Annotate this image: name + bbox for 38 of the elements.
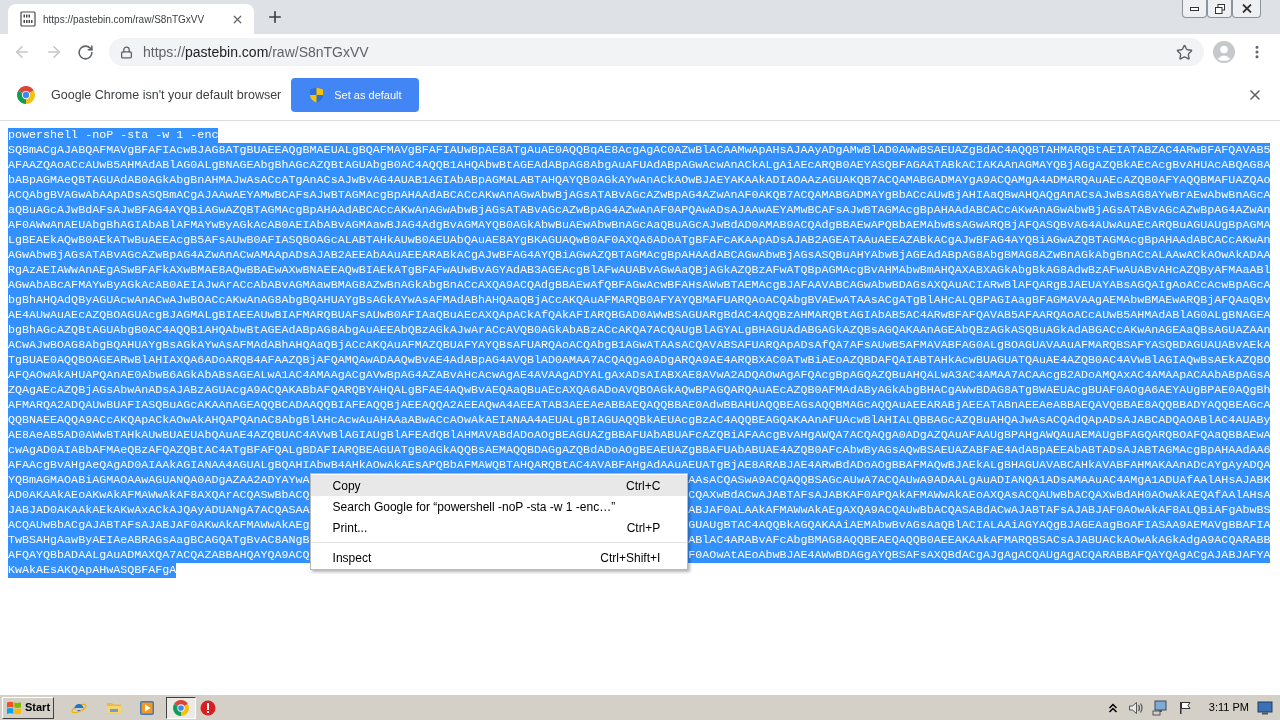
close-icon [1241,4,1252,13]
keyboard-shortcut: Ctrl+Shift+I [600,551,661,564]
address-field[interactable]: https://pastebin.com/raw/S8nTGxVV [109,38,1204,66]
infobar-message: Google Chrome isn't your default browser [51,86,282,104]
flag-logo-icon [6,700,22,715]
keyboard-shortcut: Ctrl+C [625,479,661,492]
minimize-button[interactable] [1182,0,1207,18]
keyboard-shortcut: Ctrl+P [626,521,661,534]
menu-item[interactable]: Print... Ctrl+P [310,517,688,538]
set-default-button[interactable]: Set as default [291,78,419,112]
reload-icon[interactable] [77,43,94,61]
restore-button[interactable] [1207,0,1232,18]
logo-icon [173,699,189,716]
document-icon [20,11,36,27]
plus-icon[interactable] [266,8,284,26]
restore-icon [1214,3,1225,14]
close-icon[interactable] [1247,87,1263,103]
desktop-icon[interactable] [1257,700,1273,715]
menu-item[interactable]: Inspect Ctrl+Shift+I [310,547,688,568]
browser-tab[interactable]: https://pastebin.com/raw/S8nTGxVV [8,4,254,34]
lock-icon[interactable] [120,45,133,59]
exclamation-icon[interactable] [200,699,216,716]
logo-icon [17,86,35,104]
taskbar-button[interactable] [166,696,196,719]
speaker-icon[interactable] [1127,699,1144,716]
close-button[interactable] [1232,0,1261,18]
play-icon[interactable] [139,699,155,716]
flag-icon[interactable] [1177,700,1192,715]
minimize-icon [1190,6,1199,11]
network-monitor-icon[interactable] [1151,699,1168,716]
shield-icon [309,87,325,103]
star-icon[interactable] [1176,43,1193,61]
clock-text: 3:11 PM [1208,700,1249,716]
menu-item[interactable]: Copy Ctrl+C [310,475,688,496]
start-button[interactable]: Start [2,696,54,719]
menu-item[interactable]: Search Google for “powershell -noP -sta -w 1 -enc…” [310,496,688,517]
url-text: https://pastebin.com/raw/S8nTGxVV [143,42,369,62]
chevron-up-icon[interactable] [1107,702,1118,713]
